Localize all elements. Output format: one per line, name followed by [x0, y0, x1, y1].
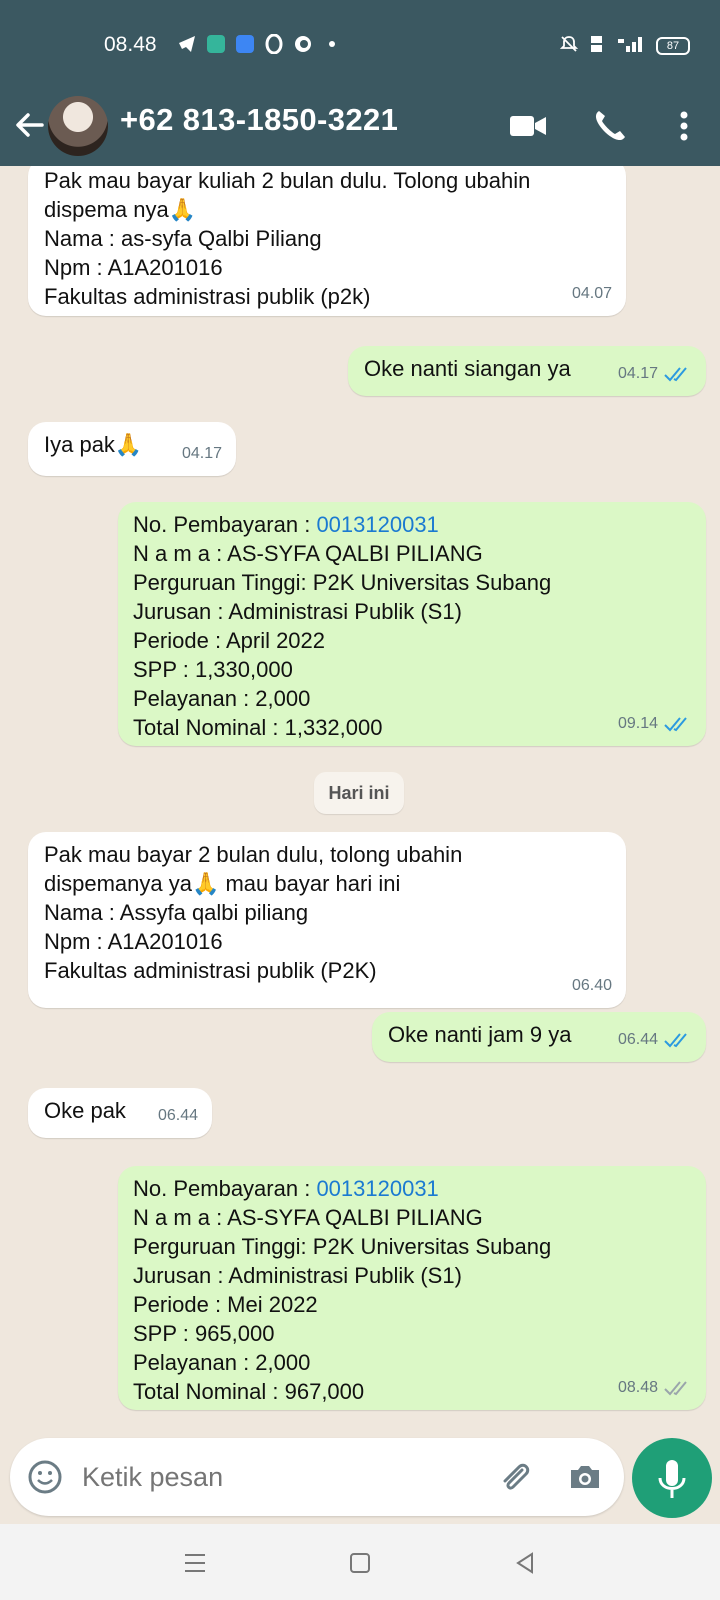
contact-name[interactable]: +62 813-1850-3221 — [120, 102, 398, 138]
message-time: 06.40 — [571, 977, 612, 994]
telegram-icon — [176, 33, 197, 54]
opera-icon — [263, 33, 284, 54]
message-text: Pak mau bayar 2 bulan dulu, tolong ubahi… — [44, 842, 463, 983]
camera-icon[interactable] — [566, 1458, 604, 1496]
payment-line: No. Pembayaran : 0013120031 — [133, 512, 439, 537]
payment-line: Jurusan : Administrasi Publik (S1) — [133, 599, 462, 624]
payment-line: Jurusan : Administrasi Publik (S1) — [133, 1263, 462, 1288]
payment-line: Periode : Mei 2022 — [133, 1292, 318, 1317]
chat-area[interactable]: Pak mau bayar kuliah 2 bulan dulu. Tolon… — [0, 166, 720, 1434]
payment-line: Periode : April 2022 — [133, 628, 326, 653]
outgoing-message[interactable]: Oke nanti jam 9 ya 06.44 — [372, 1012, 706, 1062]
message-meta: 09.14 — [618, 709, 692, 738]
read-ticks-icon — [664, 366, 687, 381]
blue-app-icon — [234, 33, 255, 54]
back-arrow-icon[interactable] — [12, 108, 46, 142]
recent-apps-icon[interactable] — [180, 1548, 210, 1578]
payment-line: SPP : 1,330,000 — [133, 657, 293, 682]
outgoing-payment-message[interactable]: No. Pembayaran : 0013120031 N a m a : AS… — [118, 1166, 706, 1410]
payment-number-link[interactable]: 0013120031 — [316, 1176, 438, 1201]
voice-message-button[interactable] — [632, 1438, 712, 1518]
payment-line: Perguruan Tinggi: P2K Universitas Subang — [133, 570, 552, 595]
volte-icon — [588, 34, 606, 57]
payment-line: N a m a : AS-SYFA QALBI PILIANG — [133, 541, 483, 566]
message-meta: 06.44 — [158, 1101, 198, 1130]
incoming-message[interactable]: Iya pak🙏 04.17 — [28, 422, 236, 476]
status-bar: 08.48 87 — [0, 0, 720, 90]
voice-call-icon[interactable] — [590, 106, 630, 146]
message-time: 04.07 — [571, 285, 612, 302]
message-meta: 06.40 — [572, 971, 612, 1000]
message-composer — [10, 1438, 624, 1516]
message-time: 09.14 — [617, 715, 658, 732]
delivered-ticks-icon — [664, 1380, 687, 1395]
outgoing-message[interactable]: Oke nanti siangan ya 04.17 — [348, 346, 706, 396]
system-navigation-bar — [0, 1524, 720, 1600]
incoming-message[interactable]: Pak mau bayar kuliah 2 bulan dulu. Tolon… — [28, 166, 626, 316]
message-time: 06.44 — [617, 1031, 658, 1048]
read-ticks-icon — [664, 716, 687, 731]
payment-line: Pelayanan : 2,000 — [133, 1350, 311, 1375]
payment-line: Total Nominal : 1,332,000 — [133, 715, 383, 740]
status-time: 08.48 — [104, 33, 157, 56]
dot-icon — [321, 33, 342, 54]
app-icon — [292, 33, 313, 54]
attach-icon[interactable] — [496, 1458, 534, 1496]
message-input[interactable] — [82, 1456, 482, 1498]
home-icon[interactable] — [345, 1548, 375, 1578]
payment-line: SPP : 965,000 — [133, 1321, 275, 1346]
payment-number-link[interactable]: 0013120031 — [316, 512, 438, 537]
mute-icon — [559, 35, 579, 56]
message-meta: 06.44 — [618, 1025, 692, 1054]
emoji-icon[interactable] — [26, 1458, 64, 1496]
incoming-message[interactable]: Pak mau bayar 2 bulan dulu, tolong ubahi… — [28, 832, 626, 1008]
message-meta: 04.17 — [618, 359, 692, 388]
message-meta: 04.07 — [572, 279, 612, 308]
payment-line: Perguruan Tinggi: P2K Universitas Subang — [133, 1234, 552, 1259]
payment-line: N a m a : AS-SYFA QALBI PILIANG — [133, 1205, 483, 1230]
contact-avatar[interactable] — [48, 96, 108, 156]
read-ticks-icon — [664, 1032, 687, 1047]
message-time: 04.17 — [617, 365, 658, 382]
back-nav-icon[interactable] — [510, 1548, 540, 1578]
message-time: 08.48 — [617, 1379, 658, 1396]
notification-icons — [176, 33, 342, 54]
outgoing-payment-message[interactable]: No. Pembayaran : 0013120031 N a m a : AS… — [118, 502, 706, 746]
message-time: 04.17 — [181, 445, 222, 462]
system-indicators: 87 — [559, 34, 690, 57]
payment-line: Pelayanan : 2,000 — [133, 686, 311, 711]
message-text: Pak mau bayar kuliah 2 bulan dulu. Tolon… — [44, 168, 531, 309]
payment-line: No. Pembayaran : 0013120031 — [133, 1176, 439, 1201]
incoming-message[interactable]: Oke pak 06.44 — [28, 1088, 212, 1138]
battery-icon: 87 — [656, 36, 690, 55]
payment-line: Total Nominal : 967,000 — [133, 1379, 365, 1404]
message-meta: 08.48 — [618, 1373, 692, 1402]
date-separator: Hari ini — [314, 772, 404, 814]
signal-icon — [616, 34, 646, 57]
video-call-icon[interactable] — [508, 106, 548, 146]
calculator-app-icon — [205, 33, 226, 54]
message-time: 06.44 — [157, 1107, 198, 1124]
microphone-icon — [658, 1460, 686, 1498]
more-options-icon[interactable] — [664, 106, 704, 146]
message-meta: 04.17 — [182, 439, 222, 468]
chat-header: +62 813-1850-3221 — [0, 90, 720, 166]
